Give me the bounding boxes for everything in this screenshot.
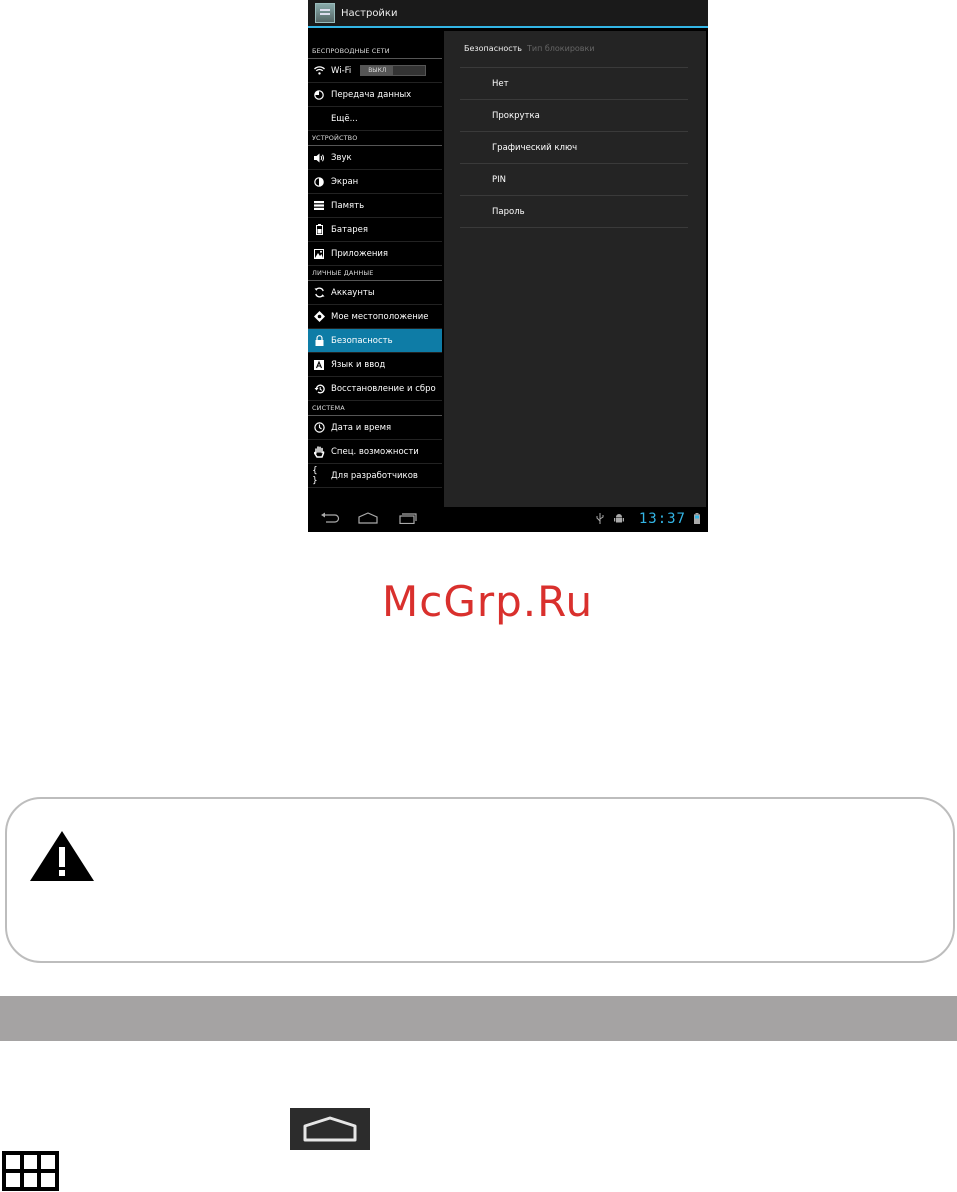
wifi-toggle-label: ВЫКЛ: [361, 66, 394, 75]
section-header-device: УСТРОЙСТВО: [308, 131, 442, 146]
sidebar-item-label: Для разработчиков: [331, 470, 418, 481]
sidebar-item-label: Аккаунты: [331, 287, 375, 298]
braces-icon: { }: [312, 465, 318, 486]
app-grid-icon: [2, 1151, 59, 1191]
sidebar-item-label: Мое местоположение: [331, 311, 429, 322]
usb-icon: [596, 513, 604, 527]
settings-app-icon[interactable]: [315, 3, 335, 23]
settings-screenshot: Настройки БЕСПРОВОДНЫЕ СЕТИ Wi-Fi ВЫКЛ П…: [308, 0, 708, 532]
lock-option-none[interactable]: Нет: [460, 68, 688, 100]
sidebar-item-data-usage[interactable]: Передача данных: [308, 83, 442, 107]
wifi-icon: [312, 64, 326, 78]
watermark: McGrp.Ru: [382, 577, 594, 626]
sidebar-item-label: Язык и ввод: [331, 359, 386, 370]
language-icon: [312, 358, 326, 372]
sidebar-item-label: Приложения: [331, 248, 389, 259]
sidebar-item-accessibility[interactable]: Спец. возможности: [308, 440, 442, 464]
home-icon: [358, 512, 378, 524]
home-button[interactable]: [358, 512, 378, 526]
wifi-toggle[interactable]: ВЫКЛ: [360, 65, 427, 76]
sidebar-item-label: Память: [331, 200, 365, 211]
sidebar-item-label: Ещё...: [331, 113, 358, 124]
home-button-illustration: [290, 1108, 370, 1150]
warning-note-box: [5, 797, 955, 963]
section-header-system: СИСТЕМА: [308, 401, 442, 416]
status-clock[interactable]: 13:37: [639, 511, 686, 527]
sidebar-item-label: Безопасность: [331, 335, 393, 346]
sidebar-item-restore[interactable]: Восстановление и сбро: [308, 377, 442, 401]
security-detail-panel: Безопасность Тип блокировки Нет Прокрутка…: [444, 31, 706, 507]
breadcrumb-security[interactable]: Безопасность: [464, 44, 522, 53]
sidebar-item-apps[interactable]: Приложения: [308, 242, 442, 266]
settings-sidebar: БЕСПРОВОДНЫЕ СЕТИ Wi-Fi ВЫКЛ Передача да…: [308, 44, 442, 488]
sidebar-item-wifi[interactable]: Wi-Fi ВЫКЛ: [308, 59, 442, 83]
lock-icon: [312, 334, 326, 348]
back-icon: [321, 512, 340, 523]
sidebar-item-language[interactable]: Язык и ввод: [308, 353, 442, 377]
sidebar-item-label: Спец. возможности: [331, 446, 419, 457]
lock-option-pin[interactable]: PIN: [460, 164, 688, 196]
breadcrumb-lock-type: Тип блокировки: [527, 44, 595, 53]
sidebar-item-accounts[interactable]: Аккаунты: [308, 281, 442, 305]
action-bar: Настройки: [308, 0, 708, 28]
sidebar-item-label: Батарея: [331, 224, 368, 235]
sidebar-item-security[interactable]: Безопасность: [308, 329, 442, 353]
section-header-wireless: БЕСПРОВОДНЫЕ СЕТИ: [308, 44, 442, 59]
section-heading-bar: [0, 996, 957, 1041]
home-icon: [303, 1116, 357, 1142]
sidebar-item-display[interactable]: Экран: [308, 170, 442, 194]
battery-status-icon: [694, 513, 700, 527]
sidebar-item-label: Wi-Fi: [331, 65, 352, 76]
apps-icon: [312, 247, 326, 261]
lock-option-pattern[interactable]: Графический ключ: [460, 132, 688, 164]
action-bar-title: Настройки: [341, 7, 398, 19]
sidebar-item-storage[interactable]: Память: [308, 194, 442, 218]
clock-icon: [312, 421, 326, 435]
restore-icon: [312, 382, 326, 396]
system-nav-bar: 13:37: [308, 507, 708, 532]
warning-icon: [29, 830, 95, 887]
section-header-personal: ЛИЧНЫЕ ДАННЫЕ: [308, 266, 442, 281]
lock-option-slide[interactable]: Прокрутка: [460, 100, 688, 132]
sidebar-item-developer[interactable]: { } Для разработчиков: [308, 464, 442, 488]
lock-option-password[interactable]: Пароль: [460, 196, 688, 228]
display-icon: [312, 175, 326, 189]
sidebar-item-label: Экран: [331, 176, 359, 187]
storage-icon: [312, 199, 326, 213]
sidebar-item-sound[interactable]: Звук: [308, 146, 442, 170]
lock-type-options: Нет Прокрутка Графический ключ PIN Парол…: [460, 67, 688, 228]
sidebar-item-more[interactable]: Ещё...: [308, 107, 442, 131]
sidebar-item-battery[interactable]: Батарея: [308, 218, 442, 242]
sync-icon: [312, 286, 326, 300]
sidebar-item-date-time[interactable]: Дата и время: [308, 416, 442, 440]
android-debug-icon: [614, 513, 624, 527]
sidebar-item-label: Восстановление и сбро: [331, 383, 436, 394]
back-button[interactable]: [320, 512, 340, 526]
battery-icon: [312, 223, 326, 237]
breadcrumb: Безопасность Тип блокировки: [464, 44, 595, 53]
sound-icon: [312, 151, 326, 165]
sidebar-item-location[interactable]: Мое местоположение: [308, 305, 442, 329]
sidebar-item-label: Дата и время: [331, 422, 392, 433]
recents-button[interactable]: [398, 512, 418, 526]
data-usage-icon: [312, 88, 326, 102]
sidebar-item-label: Звук: [331, 152, 352, 163]
hand-icon: [312, 445, 326, 459]
recents-icon: [399, 513, 417, 525]
location-icon: [312, 310, 326, 324]
sidebar-item-label: Передача данных: [331, 89, 412, 100]
